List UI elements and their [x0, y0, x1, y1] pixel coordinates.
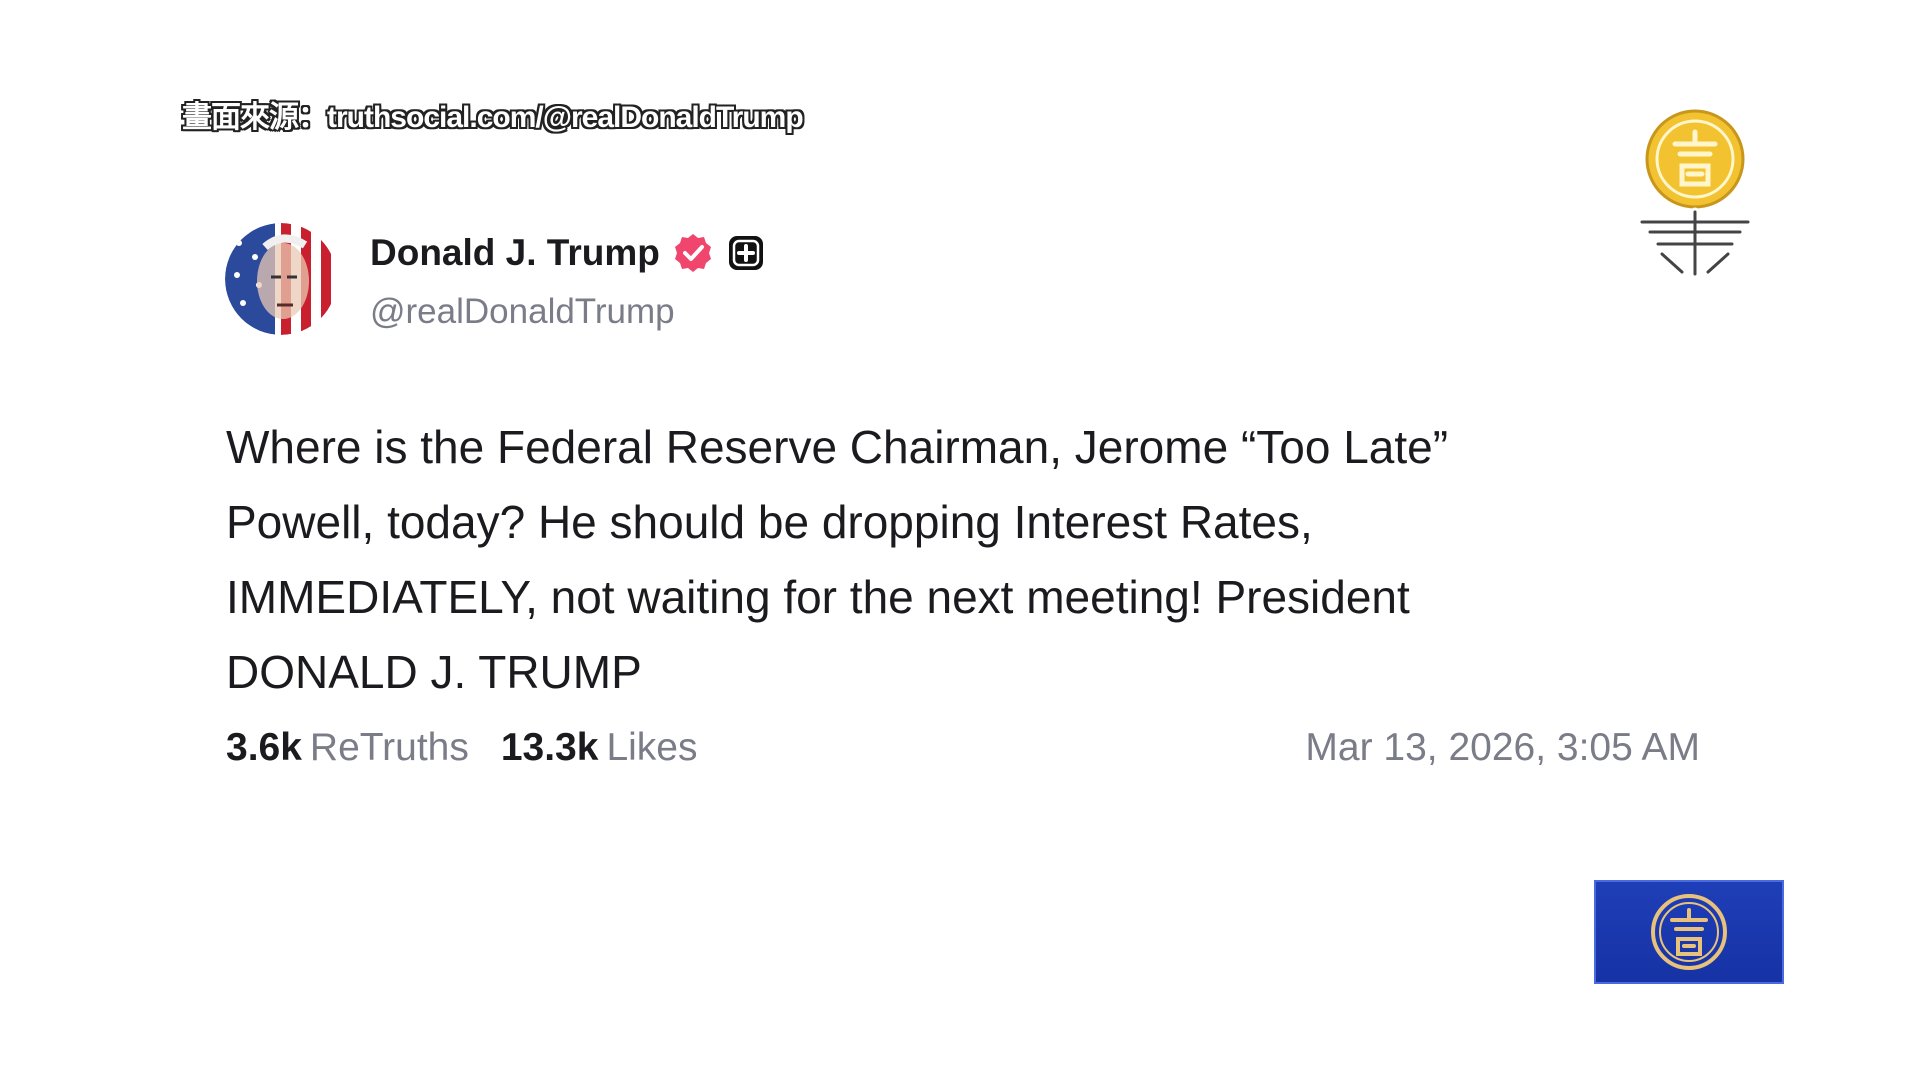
- plus-badge-icon: [726, 233, 766, 273]
- author-handle[interactable]: @realDonaldTrump: [370, 292, 675, 332]
- likes-label: Likes: [606, 726, 698, 769]
- ntd-blue-box-logo-icon: [1594, 880, 1784, 984]
- post-stats: 3.6k ReTruths 13.3k Likes: [226, 726, 730, 770]
- avatar[interactable]: [225, 223, 337, 335]
- author-display-name[interactable]: Donald J. Trump: [370, 232, 660, 274]
- post-body: Where is the Federal Reserve Chairman, J…: [226, 410, 1666, 710]
- source-caption: 畫面來源：truthsocial.com/@realDonaldTrump: [182, 101, 804, 134]
- verified-badge-icon: [672, 232, 714, 274]
- post-body-line: IMMEDIATELY, not waiting for the next me…: [226, 571, 1410, 623]
- post-body-line: DONALD J. TRUMP: [226, 646, 642, 698]
- likes-count: 13.3k: [500, 726, 599, 769]
- retruths-stat[interactable]: 3.6k ReTruths: [226, 726, 469, 770]
- likes-stat[interactable]: 13.3k Likes: [501, 726, 698, 770]
- retruths-label: ReTruths: [309, 726, 469, 769]
- author-display-name-row: Donald J. Trump: [370, 232, 766, 274]
- ntd-gold-logo-icon: [1620, 104, 1770, 284]
- post-body-line: Where is the Federal Reserve Chairman, J…: [226, 421, 1449, 473]
- post-body-line: Powell, today? He should be dropping Int…: [226, 496, 1313, 548]
- retruths-count: 3.6k: [226, 726, 302, 769]
- post-timestamp[interactable]: Mar 13, 2026, 3:05 AM: [1305, 726, 1700, 770]
